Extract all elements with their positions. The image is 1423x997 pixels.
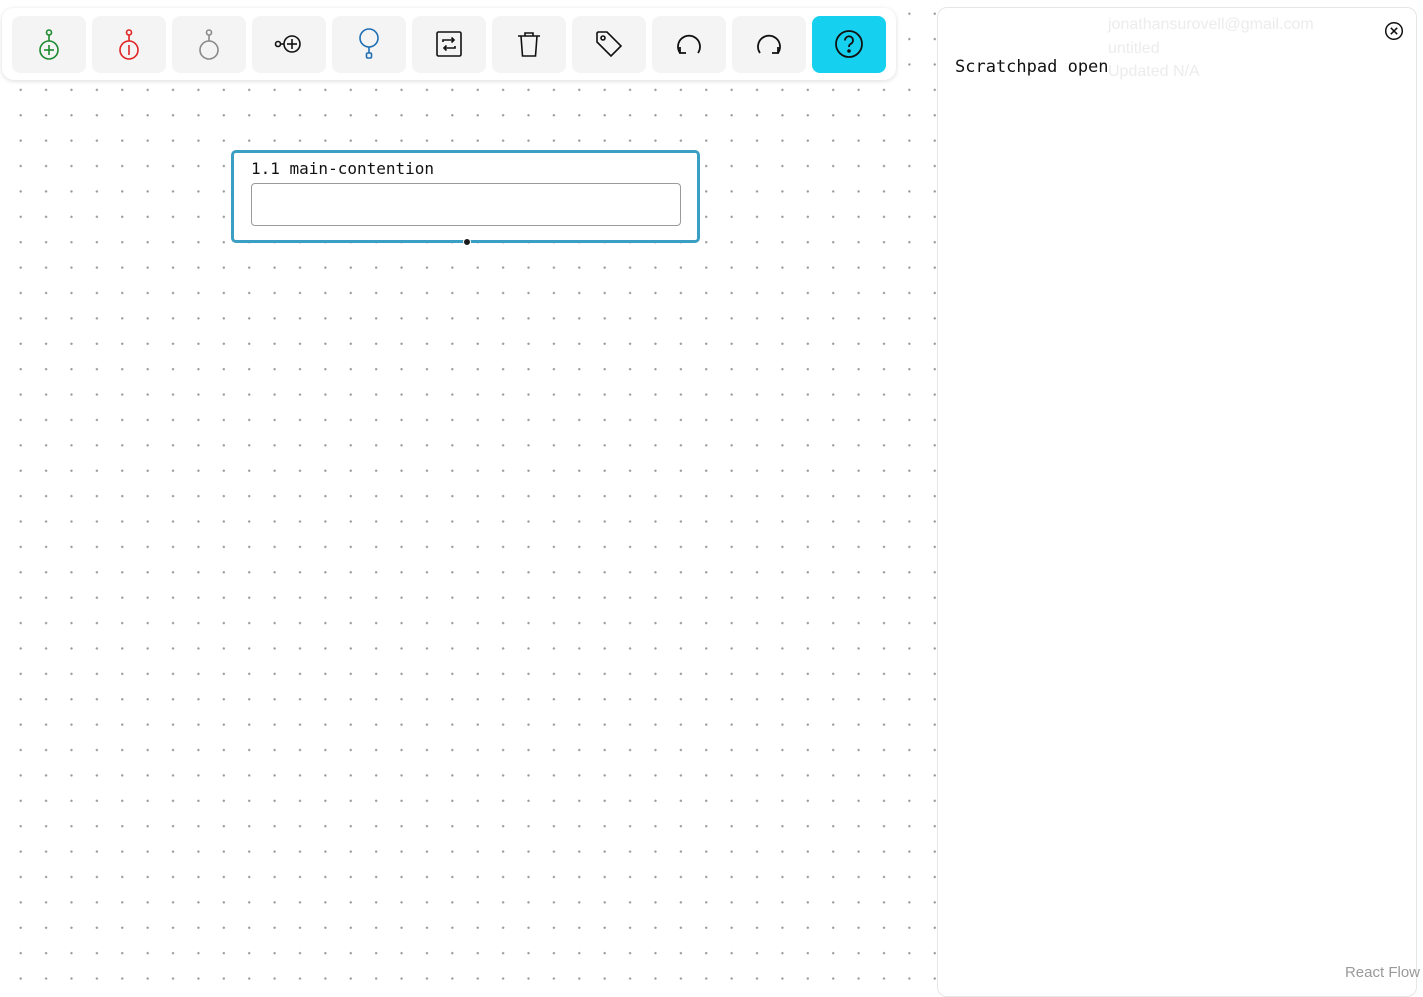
contention-node[interactable]: 1.1 main-contention: [231, 150, 700, 246]
tag-button[interactable]: [572, 15, 646, 73]
close-scratchpad-button[interactable]: [1384, 21, 1404, 41]
redo-button[interactable]: [732, 15, 806, 73]
flow-canvas[interactable]: [0, 0, 937, 985]
scratchpad-title: Scratchpad open: [955, 57, 1109, 77]
toolbar: [2, 8, 896, 80]
document-title: untitled: [1108, 39, 1160, 57]
document-meta: jonathansurovell@gmail.com untitled Upda…: [1108, 13, 1314, 84]
scratchpad-panel: jonathansurovell@gmail.com untitled Upda…: [937, 7, 1417, 997]
node-connection-handle[interactable]: [463, 238, 471, 246]
undo-button[interactable]: [652, 15, 726, 73]
user-email: jonathansurovell@gmail.com: [1108, 16, 1314, 33]
swap-button[interactable]: [412, 15, 486, 73]
undo-icon: [677, 34, 701, 54]
add-contention-node-icon: [359, 28, 379, 59]
add-neutral-node-icon: [199, 29, 219, 60]
node-text-input[interactable]: [251, 183, 681, 226]
tag-icon: [596, 31, 623, 58]
node-label: 1.1 main-contention: [251, 159, 435, 178]
close-circle-icon: [1384, 21, 1404, 41]
add-neutral-button[interactable]: [172, 15, 246, 73]
help-button[interactable]: [812, 15, 886, 73]
delete-button[interactable]: [492, 15, 566, 73]
react-flow-attribution[interactable]: React Flow: [1345, 964, 1420, 981]
swap-icon: [436, 31, 462, 57]
add-support-node-icon: [39, 29, 59, 60]
add-objection-node-icon: [119, 29, 139, 60]
updated-status: Updated N/A: [1108, 63, 1200, 80]
help-icon: [835, 30, 863, 58]
add-linked-node-icon: [274, 35, 301, 53]
add-linked-node-button[interactable]: [252, 15, 326, 73]
trash-icon: [518, 32, 540, 57]
add-objection-button[interactable]: [92, 15, 166, 73]
redo-icon: [757, 34, 781, 54]
add-support-button[interactable]: [12, 15, 86, 73]
add-contention-button[interactable]: [332, 15, 406, 73]
